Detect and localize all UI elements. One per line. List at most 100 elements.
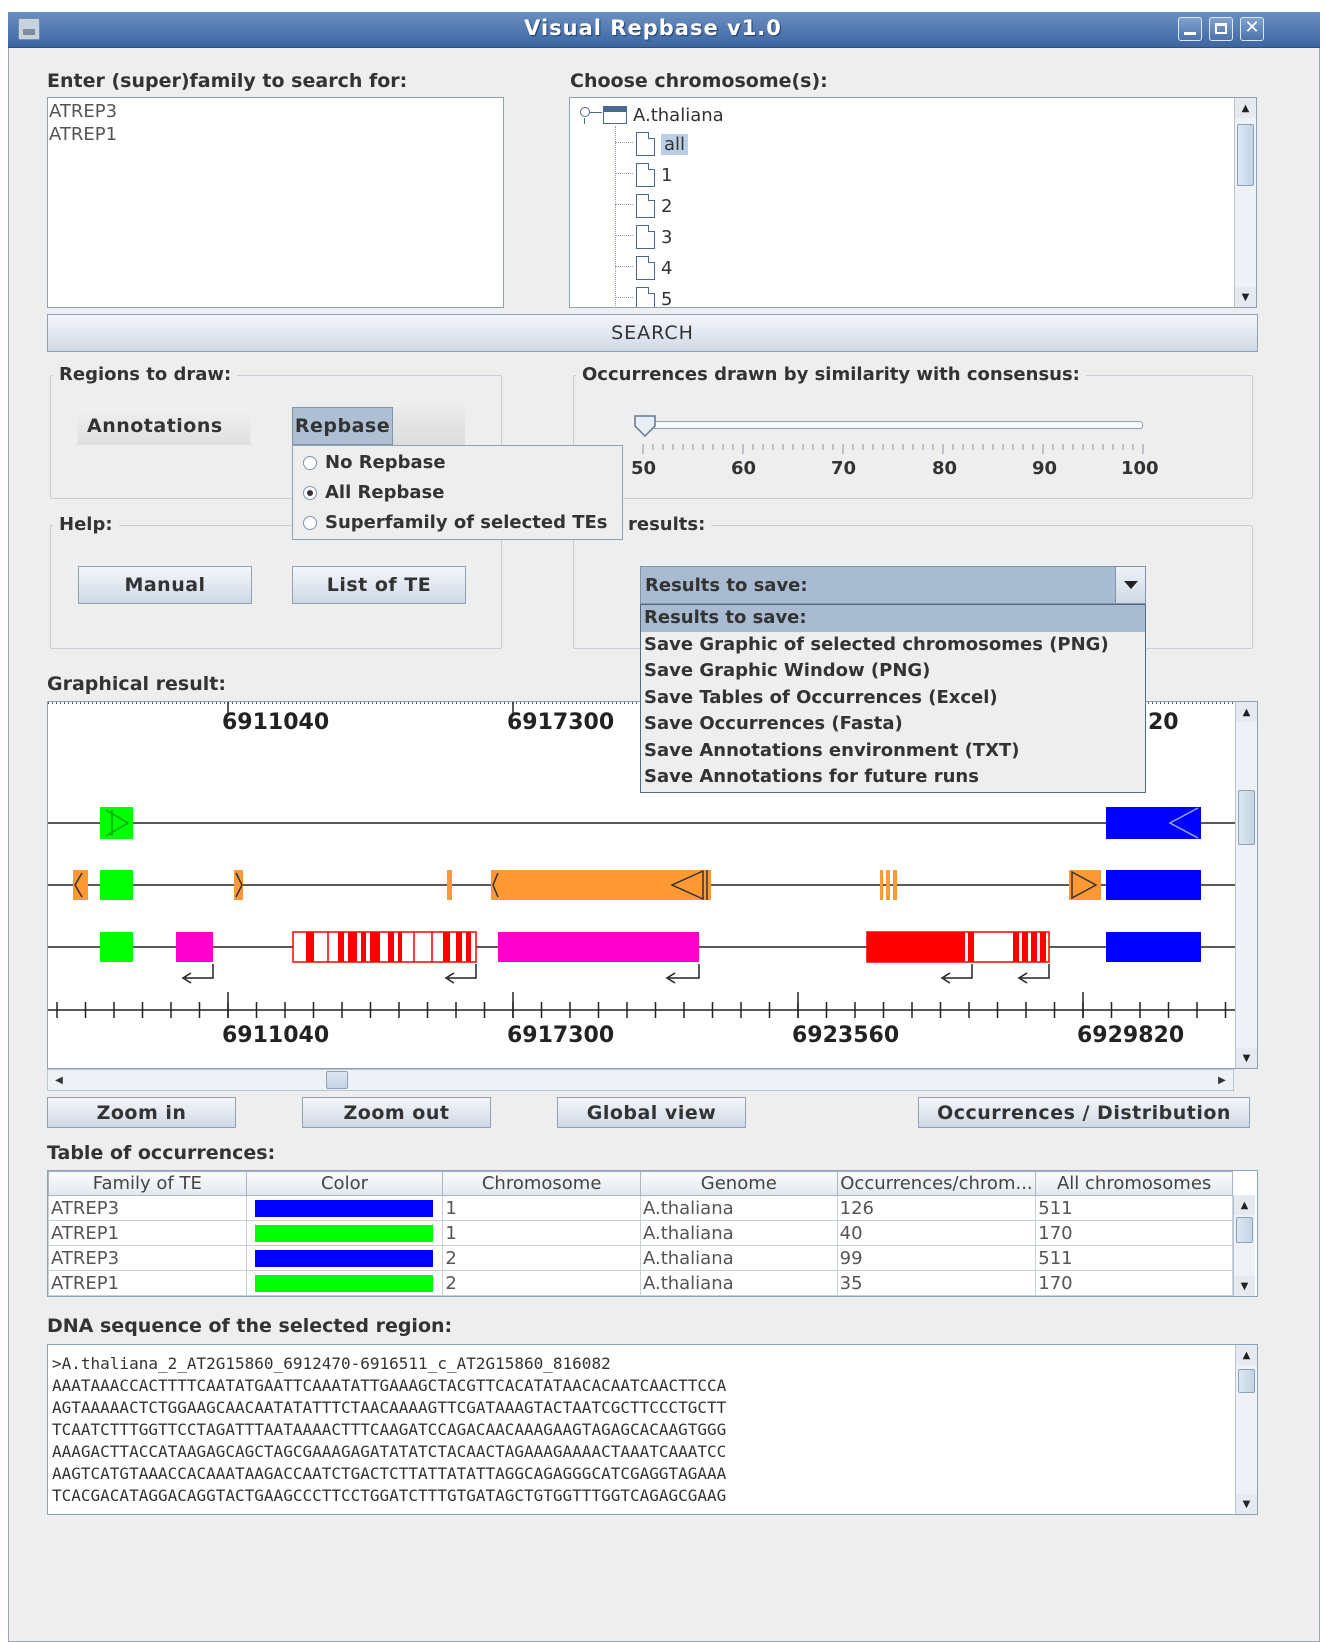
close-button[interactable]: ✕ (1240, 17, 1264, 41)
bottom-axis-label: 6923560 (792, 1023, 900, 1048)
list-of-te-button[interactable]: List of TE (292, 566, 466, 604)
green-te-block[interactable] (100, 932, 133, 962)
scroll-thumb[interactable] (326, 1071, 348, 1089)
bottom-axis-label: 6929820 (1077, 1023, 1185, 1048)
occurrences-table[interactable]: Family of TE Color Chromosome Genome Occ… (48, 1171, 1233, 1296)
radio-icon[interactable] (303, 455, 317, 470)
search-button[interactable]: SEARCH (47, 314, 1258, 352)
radio-selected-icon[interactable] (303, 485, 317, 500)
tree-item-label: all (661, 133, 689, 155)
orange-te-block[interactable] (73, 870, 88, 900)
blue-te-block[interactable] (1106, 807, 1201, 839)
table-row[interactable]: ATREP1 1 A.thaliana 40 170 (48, 1220, 1233, 1246)
table-row[interactable]: ATREP3 2 A.thaliana 99 511 (48, 1245, 1233, 1271)
blue-te-block[interactable] (1106, 932, 1201, 962)
scroll-right-icon[interactable]: ▶ (1211, 1070, 1233, 1090)
zoom-out-button[interactable]: Zoom out (302, 1097, 491, 1128)
tree-toggle-icon[interactable] (580, 107, 590, 117)
tree-item-all[interactable]: all (636, 130, 689, 158)
scroll-thumb[interactable] (1238, 1369, 1255, 1393)
all-chromosomes-cell: 511 (1035, 1245, 1233, 1271)
save-option[interactable]: Results to save: (641, 605, 1145, 632)
all-chromosomes-cell: 170 (1035, 1220, 1233, 1246)
column-header[interactable]: Family of TE (48, 1171, 247, 1196)
manual-button[interactable]: Manual (78, 566, 252, 604)
tree-root[interactable]: A.thaliana (603, 101, 724, 129)
family-cell: ATREP3 (48, 1195, 247, 1221)
scroll-down-icon[interactable]: ▼ (1235, 287, 1256, 307)
scroll-up-icon[interactable]: ▲ (1235, 98, 1256, 118)
orange-te-block[interactable] (491, 869, 711, 901)
scroll-down-icon[interactable]: ▼ (1234, 1276, 1255, 1296)
repbase-tab[interactable]: Repbase (292, 407, 393, 445)
occurrences-distribution-button[interactable]: Occurrences / Distribution (918, 1097, 1250, 1128)
annotations-tab[interactable]: Annotations (77, 407, 251, 445)
orange-te-block[interactable] (880, 870, 897, 900)
column-header[interactable]: Chromosome (442, 1171, 641, 1196)
table-row[interactable]: ATREP1 2 A.thaliana 35 170 (48, 1270, 1233, 1296)
dna-line: AGTAAAAACTCTGGAAGCAACAATATATTTCTAACAAAAG… (52, 1398, 727, 1417)
scroll-thumb[interactable] (1238, 790, 1255, 845)
chromosome-cell: 1 (442, 1220, 641, 1246)
green-te-block[interactable] (100, 807, 133, 839)
similarity-panel (573, 375, 1253, 499)
column-header[interactable]: Color (245, 1171, 444, 1196)
save-results-select[interactable]: Results to save: (640, 566, 1146, 604)
maximize-button[interactable] (1209, 17, 1233, 41)
scroll-up-icon[interactable]: ▲ (1236, 702, 1257, 722)
chromosome-tree[interactable]: A.thaliana all 1 2 3 4 5 ▲ ▼ (569, 97, 1257, 308)
scroll-left-icon[interactable]: ◀ (48, 1070, 70, 1090)
scroll-down-icon[interactable]: ▼ (1236, 1048, 1257, 1068)
similarity-slider-thumb[interactable] (633, 414, 657, 438)
superfamily-option[interactable]: Superfamily of selected TEs (303, 512, 608, 533)
red-te-block[interactable] (292, 931, 477, 963)
radio-icon[interactable] (303, 515, 317, 530)
family-search-input[interactable]: ATREP3 ATREP1 (47, 97, 504, 308)
dna-scrollbar[interactable]: ▲ ▼ (1235, 1345, 1257, 1514)
all-repbase-option[interactable]: All Repbase (303, 482, 444, 503)
color-cell (245, 1245, 444, 1271)
red-te-block[interactable] (866, 931, 1050, 963)
global-view-button[interactable]: Global view (557, 1097, 746, 1128)
no-repbase-option[interactable]: No Repbase (303, 452, 446, 473)
save-option[interactable]: Save Annotations for future runs (641, 764, 1145, 791)
scroll-up-icon[interactable]: ▲ (1234, 1195, 1255, 1215)
table-scrollbar[interactable]: ▲ ▼ (1233, 1195, 1255, 1296)
dna-sequence-area[interactable]: >A.thaliana_2_AT2G15860_6912470-6916511_… (47, 1344, 1258, 1515)
table-row[interactable]: ATREP3 1 A.thaliana 126 511 (48, 1195, 1233, 1221)
zoom-in-button[interactable]: Zoom in (47, 1097, 236, 1128)
tree-item-4[interactable]: 4 (636, 254, 672, 282)
graph-vscrollbar[interactable]: ▲ ▼ (1235, 702, 1257, 1068)
similarity-slider-track[interactable] (643, 421, 1143, 429)
tree-item-1[interactable]: 1 (636, 161, 672, 189)
orange-te-block[interactable] (1069, 870, 1101, 900)
graph-hscrollbar[interactable]: ◀ ▶ (47, 1069, 1234, 1091)
save-option[interactable]: Save Graphic of selected chromosomes (PN… (641, 632, 1145, 659)
save-option[interactable]: Save Tables of Occurrences (Excel) (641, 685, 1145, 712)
scroll-down-icon[interactable]: ▼ (1236, 1494, 1257, 1514)
tree-item-3[interactable]: 3 (636, 223, 672, 251)
scroll-up-icon[interactable]: ▲ (1236, 1345, 1257, 1365)
blue-te-block[interactable] (1106, 870, 1201, 900)
column-header[interactable]: Genome (639, 1171, 838, 1196)
save-option[interactable]: Save Annotations environment (TXT) (641, 738, 1145, 765)
tree-item-label: 2 (661, 195, 673, 217)
save-option[interactable]: Save Graphic Window (PNG) (641, 658, 1145, 685)
magenta-te-block[interactable] (176, 932, 213, 962)
strand-arrow-icon (181, 964, 214, 984)
column-header[interactable]: Occurrences/chrom... (836, 1171, 1037, 1196)
chevron-down-icon[interactable] (1115, 567, 1145, 603)
tree-scrollbar[interactable]: ▲ ▼ (1234, 98, 1256, 307)
scroll-thumb[interactable] (1236, 1217, 1253, 1243)
tree-item-2[interactable]: 2 (636, 192, 672, 220)
column-header[interactable]: All chromosomes (1035, 1171, 1233, 1196)
tree-item-5[interactable]: 5 (636, 285, 672, 307)
green-te-block[interactable] (100, 870, 133, 900)
magenta-te-block[interactable] (498, 932, 699, 962)
save-option[interactable]: Save Occurrences (Fasta) (641, 711, 1145, 738)
minimize-button[interactable] (1178, 17, 1202, 41)
orange-te-block[interactable] (447, 870, 452, 900)
chromosome-cell: 2 (442, 1245, 641, 1271)
orange-te-block[interactable] (234, 870, 243, 900)
scroll-thumb[interactable] (1237, 124, 1254, 186)
